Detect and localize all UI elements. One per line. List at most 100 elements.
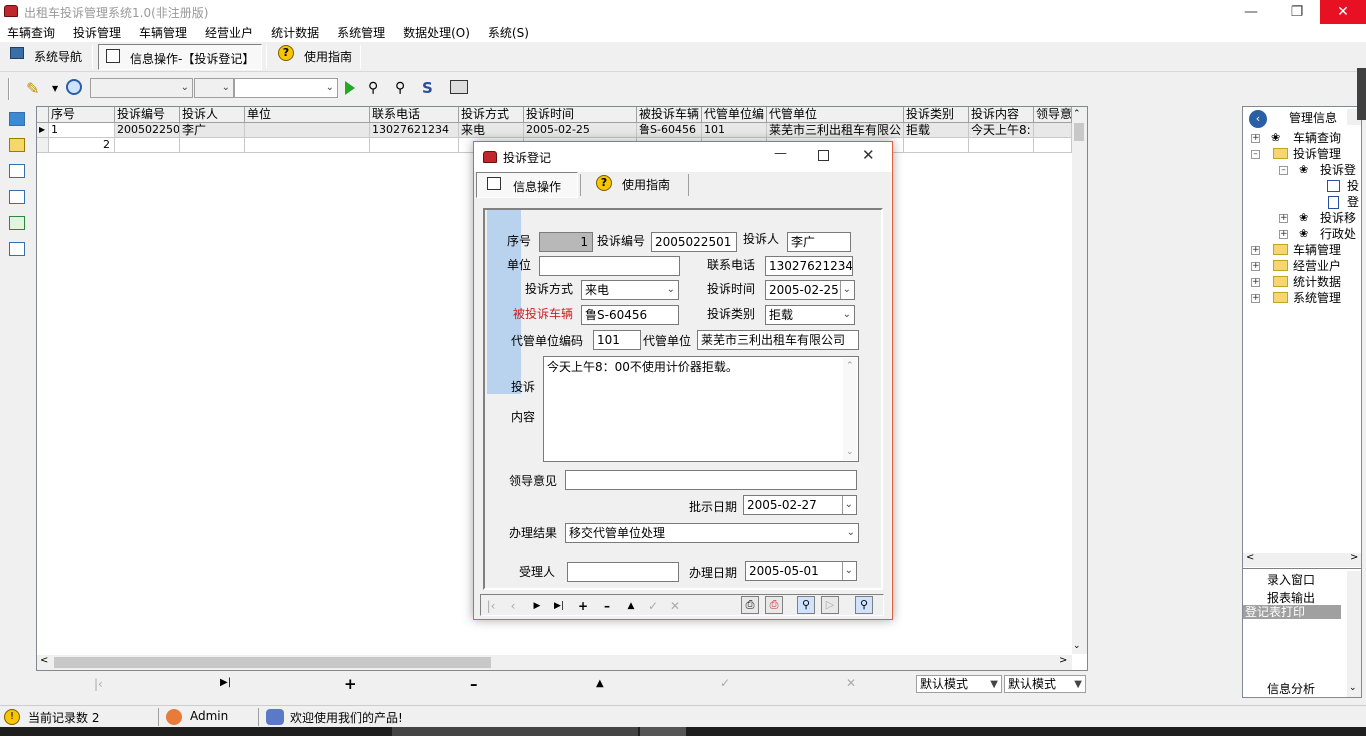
close-icon[interactable]: ✕ xyxy=(862,146,875,164)
maximize-icon[interactable] xyxy=(818,150,829,161)
post-record-icon[interactable]: ✓ xyxy=(720,676,730,690)
table-cell[interactable]: 13027621234 xyxy=(370,123,459,138)
vertical-scrollbar[interactable]: ⌃ ⌄ xyxy=(1072,107,1087,654)
table-cell[interactable] xyxy=(245,123,370,138)
chart-icon[interactable] xyxy=(9,216,25,230)
monitor-icon[interactable] xyxy=(9,112,25,126)
scroll-left-icon[interactable]: < xyxy=(1246,552,1254,563)
tree-horizontal-scrollbar[interactable]: < > xyxy=(1243,552,1361,567)
scroll-left-icon[interactable]: < xyxy=(40,655,48,666)
expand-icon[interactable]: + xyxy=(1251,278,1260,287)
col-header[interactable]: 投诉编号 xyxy=(115,107,180,123)
col-header[interactable]: 单位 xyxy=(245,107,370,123)
table-cell[interactable]: 李广 xyxy=(180,123,245,138)
delete-record-icon[interactable]: – xyxy=(599,598,615,614)
add-record-icon[interactable]: + xyxy=(575,598,591,614)
vehicle-field[interactable]: 鲁S-60456 xyxy=(581,305,679,325)
table-cell[interactable]: 2 xyxy=(49,138,115,153)
unit-field[interactable] xyxy=(539,256,680,276)
prior-record-icon[interactable]: ‹ xyxy=(505,598,521,614)
table-cell[interactable] xyxy=(180,138,245,153)
tree-item-vehicle-mgmt[interactable]: 车辆管理 xyxy=(1293,242,1341,258)
col-header[interactable]: 投诉类别 xyxy=(904,107,969,123)
complainant-field[interactable]: 李广 xyxy=(787,232,851,252)
expand-icon[interactable]: + xyxy=(1251,134,1260,143)
expand-icon[interactable]: + xyxy=(1279,214,1288,223)
col-header[interactable]: 投诉时间 xyxy=(524,107,637,123)
agent-code-field[interactable]: 101 xyxy=(593,330,641,350)
play-icon[interactable]: ▷ xyxy=(821,596,839,614)
scroll-thumb[interactable] xyxy=(1074,123,1084,141)
menu-print-register[interactable]: 登记表打印 xyxy=(1243,605,1341,619)
col-header[interactable]: 代管单位 xyxy=(767,107,904,123)
table-cell[interactable] xyxy=(245,138,370,153)
delete-record-icon[interactable]: – xyxy=(470,675,478,693)
first-record-icon[interactable]: |‹ xyxy=(483,598,499,614)
filter-value-combo[interactable]: ⌄ xyxy=(234,78,338,98)
post-record-icon[interactable]: ✓ xyxy=(645,598,661,614)
scroll-right-icon[interactable]: > xyxy=(1350,552,1358,563)
edit-record-icon[interactable]: ▲ xyxy=(596,678,604,689)
menu-info-analysis[interactable]: 信息分析 xyxy=(1267,680,1315,697)
tree-item-complaint-transfer[interactable]: 投诉移 xyxy=(1320,210,1356,226)
printer-icon[interactable] xyxy=(450,80,468,94)
filter-field-combo[interactable]: ⌄ xyxy=(90,78,193,98)
tree-item-admin-penalty[interactable]: 行政处 xyxy=(1320,226,1356,242)
col-header[interactable]: 投诉方式 xyxy=(459,107,524,123)
table-icon[interactable] xyxy=(9,242,25,256)
collapse-icon[interactable]: – xyxy=(1251,150,1260,159)
search-add-icon[interactable]: ⚲ xyxy=(368,80,378,96)
col-header[interactable]: 领导意 xyxy=(1034,107,1072,123)
chevron-down-icon[interactable]: ▼ xyxy=(52,84,58,93)
outer-scrollbar[interactable] xyxy=(1357,68,1366,120)
receiver-field[interactable] xyxy=(567,562,679,582)
table-cell[interactable]: 1 xyxy=(49,123,115,138)
scroll-down-icon[interactable]: ⌄ xyxy=(1073,641,1081,651)
tab-info-ops[interactable]: 信息操作-【投诉登记】 xyxy=(98,44,262,70)
opinion-field[interactable] xyxy=(565,470,857,490)
menu-vehicle-query[interactable]: 车辆查询 xyxy=(7,26,55,40)
tree-item-complaint-register[interactable]: 投诉登 xyxy=(1320,162,1356,178)
taskbar-item[interactable] xyxy=(640,727,686,736)
edit-record-icon[interactable]: ▲ xyxy=(623,598,639,614)
menu-statistics[interactable]: 统计数据 xyxy=(271,26,319,40)
phone-field[interactable]: 13027621234 xyxy=(765,256,853,276)
tree-item-statistics[interactable]: 统计数据 xyxy=(1293,274,1341,290)
scroll-thumb[interactable] xyxy=(54,657,491,668)
tree-item-vehicle-query[interactable]: 车辆查询 xyxy=(1293,130,1341,146)
run-icon[interactable] xyxy=(345,81,355,95)
mode-select[interactable]: 默认模式 ▼ xyxy=(1004,675,1086,693)
minimize-icon[interactable]: — xyxy=(774,146,787,161)
minimize-icon[interactable]: — xyxy=(1228,0,1274,24)
print-preview-icon[interactable]: ⎙ xyxy=(765,596,783,614)
menu-input-window[interactable]: 录入窗口 xyxy=(1267,571,1315,588)
cancel-record-icon[interactable]: ✕ xyxy=(846,676,856,690)
close-icon[interactable]: ✕ xyxy=(1320,0,1366,24)
col-header[interactable]: 代管单位编 xyxy=(702,107,767,123)
expand-icon[interactable]: + xyxy=(1251,262,1260,271)
scroll-up-icon[interactable]: ⌃ xyxy=(1073,109,1081,119)
table-cell[interactable]: 今天上午8: xyxy=(969,123,1034,138)
back-icon[interactable]: ‹ xyxy=(1249,110,1267,128)
seq-field[interactable]: 1 xyxy=(539,232,593,252)
table-cell[interactable]: 拒载 xyxy=(904,123,969,138)
document-icon[interactable] xyxy=(9,190,25,204)
cancel-record-icon[interactable]: ✕ xyxy=(667,598,683,614)
table-cell[interactable] xyxy=(115,138,180,153)
approve-date-picker[interactable]: 2005-02-27 ⌄ xyxy=(743,495,857,515)
list-icon[interactable] xyxy=(9,164,25,178)
col-header[interactable]: 投诉内容 xyxy=(969,107,1034,123)
menu-system[interactable]: 系统(S) xyxy=(488,26,529,40)
scroll-down-icon[interactable]: ⌄ xyxy=(1349,683,1357,693)
tab-user-guide[interactable]: 使用指南 xyxy=(304,45,352,69)
col-header[interactable]: 投诉人 xyxy=(180,107,245,123)
tree-item-sub2[interactable]: 登 xyxy=(1347,194,1359,210)
time-picker[interactable]: 2005-02-25 ⌄ xyxy=(765,280,855,300)
tree-item-sub1[interactable]: 投 xyxy=(1347,178,1359,194)
table-cell[interactable]: 来电 xyxy=(459,123,524,138)
dialog-tab-info[interactable]: 信息操作 xyxy=(476,172,578,198)
menu-report-output[interactable]: 报表输出 xyxy=(1267,589,1315,606)
content-textarea[interactable]: 今天上午8：00不使用计价器拒载。 ⌃ ⌄ xyxy=(543,356,859,462)
horizontal-scrollbar[interactable]: < > xyxy=(37,655,1072,670)
menu-operators[interactable]: 经营业户 xyxy=(205,26,253,40)
